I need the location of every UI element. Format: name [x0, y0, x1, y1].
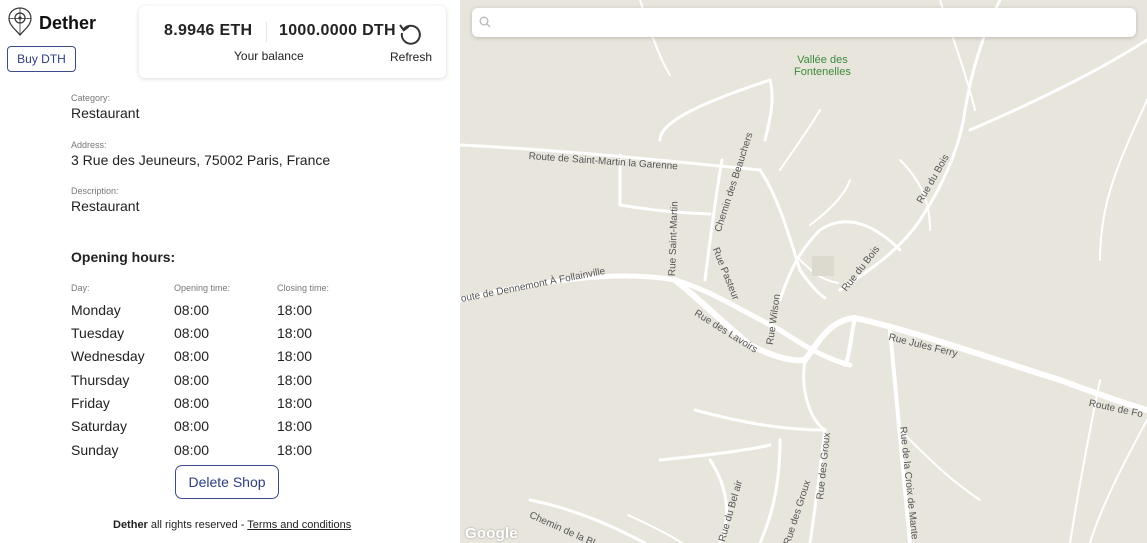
hours-row: Friday 08:00 18:00: [71, 395, 331, 417]
place-label: Vallée des Fontenelles: [794, 54, 851, 78]
place-label-line: Vallée des: [797, 54, 848, 66]
hours-row: Tuesday 08:00 18:00: [71, 325, 331, 347]
eth-balance: 8.9946 ETH: [164, 22, 253, 39]
day-name: Thursday: [71, 372, 130, 388]
shop-details-panel: Dether Buy DTH 8.9946 ETH 1000.0000 DTH …: [0, 0, 460, 543]
hours-row: Thursday 08:00 18:00: [71, 372, 331, 394]
footer: Dether all rights reserved - Terms and c…: [113, 519, 351, 531]
day-name: Monday: [71, 302, 121, 318]
brand-name: Dether: [39, 13, 97, 33]
hours-row: Monday 08:00 18:00: [71, 302, 331, 324]
closing-time: 18:00: [277, 325, 313, 341]
address-value: 3 Rue des Jeuneurs, 75002 Paris, France: [71, 152, 331, 168]
hours-row: Wednesday 08:00 18:00: [71, 348, 331, 370]
dth-balance: 1000.0000 DTH: [279, 22, 396, 39]
closing-time: 18:00: [277, 348, 313, 364]
map-search-bar[interactable]: [472, 8, 1136, 37]
hours-row: Sunday 08:00 18:00: [71, 442, 331, 464]
opening-time: 08:00: [174, 442, 210, 458]
opening-time: 08:00: [174, 348, 210, 364]
day-name: Friday: [71, 395, 110, 411]
refresh-icon[interactable]: [398, 20, 424, 46]
buy-dth-button[interactable]: Buy DTH: [7, 46, 76, 72]
closing-time: 18:00: [277, 418, 313, 434]
description-label: Description:: [71, 186, 119, 196]
category-value: Restaurant: [71, 105, 140, 121]
opening-time: 08:00: [174, 302, 210, 318]
closing-time: 18:00: [277, 302, 313, 318]
place-label-line: Fontenelles: [794, 66, 851, 78]
map[interactable]: Vallée des Fontenelles Route de Saint-Ma…: [460, 0, 1147, 543]
opening-time: 08:00: [174, 418, 210, 434]
opening-time: 08:00: [174, 372, 210, 388]
balance-card: 8.9946 ETH 1000.0000 DTH Your balance Re…: [139, 6, 446, 78]
closing-time: 18:00: [277, 395, 313, 411]
google-attribution-logo[interactable]: Google: [465, 525, 518, 542]
terms-link[interactable]: Terms and conditions: [247, 519, 351, 531]
closing-time: 18:00: [277, 372, 313, 388]
closing-time: 18:00: [277, 442, 313, 458]
delete-shop-button[interactable]: Delete Shop: [175, 465, 279, 499]
opening-time: 08:00: [174, 325, 210, 341]
hours-row: Saturday 08:00 18:00: [71, 418, 331, 440]
footer-brand: Dether: [113, 519, 148, 531]
map-pin-icon: [7, 6, 33, 41]
address-label: Address:: [71, 140, 107, 150]
day-name: Sunday: [71, 442, 119, 458]
footer-text: all rights reserved -: [147, 519, 248, 531]
day-name: Wednesday: [71, 348, 145, 364]
closing-time-column-header: Closing time:: [277, 283, 330, 293]
opening-hours-title: Opening hours:: [71, 249, 176, 265]
balance-divider: [266, 22, 267, 42]
category-label: Category:: [71, 93, 111, 103]
opening-time-column-header: Opening time:: [174, 283, 231, 293]
opening-time: 08:00: [174, 395, 210, 411]
refresh-button[interactable]: Refresh: [390, 50, 432, 64]
day-name: Saturday: [71, 418, 128, 434]
balance-label: Your balance: [234, 49, 304, 63]
map-roads: [460, 0, 1147, 543]
day-column-header: Day:: [71, 283, 90, 293]
description-value: Restaurant: [71, 198, 140, 214]
brand[interactable]: Dether: [7, 6, 96, 41]
day-name: Tuesday: [71, 325, 125, 341]
map-search-input[interactable]: [498, 12, 1122, 34]
